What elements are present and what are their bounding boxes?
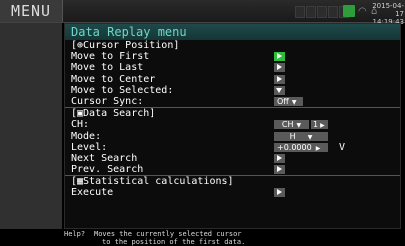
help-label: Help? bbox=[64, 230, 86, 238]
help-area: Help? Moves the currently selected curso… bbox=[64, 230, 401, 246]
help-line-2: to the position of the first data. bbox=[102, 238, 246, 246]
arrow-right-icon bbox=[277, 64, 282, 71]
move-center-button[interactable] bbox=[274, 74, 285, 84]
prev-search-button[interactable] bbox=[274, 165, 285, 175]
ch-label: CH: bbox=[71, 119, 90, 131]
ch-value: CH bbox=[281, 120, 294, 130]
arrow-right-icon bbox=[277, 189, 282, 196]
arrow-right-icon bbox=[277, 154, 282, 161]
top-bar: MENU ◠ ⌂ 2015-04-17 14:19:43 bbox=[0, 0, 405, 26]
move-last-button[interactable] bbox=[274, 63, 285, 73]
move-selected-row[interactable]: Move to Selected: bbox=[65, 85, 400, 96]
arrow-down-icon bbox=[276, 87, 282, 93]
next-search-row[interactable]: Next Search bbox=[65, 153, 400, 164]
mode-select[interactable]: H ▼ bbox=[274, 131, 328, 141]
panel-title: Data Replay menu bbox=[65, 24, 400, 40]
next-search-label: Next Search bbox=[71, 152, 138, 164]
stats-section-title: [▦Statistical calculations] bbox=[71, 176, 234, 188]
date-text: 2015-04-17 bbox=[372, 2, 404, 18]
move-center-label: Move to Center bbox=[71, 73, 156, 85]
level-label: Level: bbox=[71, 141, 108, 153]
mode-value: H bbox=[289, 131, 296, 141]
cursor-sync-row[interactable]: Cursor Sync: Off ▼ bbox=[65, 95, 400, 109]
menu-tab[interactable]: MENU bbox=[0, 0, 63, 22]
prev-search-row[interactable]: Prev. Search bbox=[65, 164, 400, 177]
chevron-down-icon: ▼ bbox=[291, 98, 297, 106]
level-value: +0.0000 bbox=[277, 142, 312, 152]
execute-button[interactable] bbox=[274, 188, 285, 198]
chevron-right-icon: ▶ bbox=[315, 144, 321, 152]
arrow-right-icon bbox=[277, 53, 282, 60]
move-last-row[interactable]: Move to Last bbox=[65, 62, 400, 73]
execute-label: Execute bbox=[71, 187, 114, 199]
move-first-row[interactable]: Move to First bbox=[65, 51, 400, 62]
ch-select[interactable]: CH ▼ bbox=[274, 120, 309, 130]
level-segments bbox=[295, 6, 349, 18]
search-section-title: [▣Data Search] bbox=[71, 108, 156, 120]
arrow-right-icon bbox=[277, 166, 282, 173]
chevron-right-icon: ▶ bbox=[320, 122, 325, 130]
move-first-label: Move to First bbox=[71, 51, 150, 63]
chevron-down-icon: ▼ bbox=[307, 133, 313, 141]
ch-number-select[interactable]: 1 ▶ bbox=[311, 120, 328, 130]
move-center-row[interactable]: Move to Center bbox=[65, 74, 400, 85]
prev-search-label: Prev. Search bbox=[71, 164, 144, 176]
move-first-button[interactable] bbox=[274, 52, 285, 62]
ch-number: 1 bbox=[313, 120, 319, 130]
move-selected-button[interactable] bbox=[274, 85, 285, 95]
execute-row[interactable]: Execute bbox=[65, 187, 400, 198]
ch-row[interactable]: CH: CH ▼ 1 ▶ bbox=[65, 119, 400, 130]
level-input[interactable]: +0.0000 ▶ bbox=[274, 142, 328, 152]
mode-label: Mode: bbox=[71, 130, 102, 142]
cursor-sync-select[interactable]: Off ▼ bbox=[274, 96, 303, 106]
memory-icon bbox=[343, 5, 355, 17]
data-replay-panel: Data Replay menu [⊕Cursor Position] Move… bbox=[64, 23, 401, 229]
move-selected-label: Move to Selected: bbox=[71, 84, 174, 96]
mode-row[interactable]: Mode: H ▼ bbox=[65, 131, 400, 142]
cursor-sync-label: Cursor Sync: bbox=[71, 95, 144, 107]
wifi-icon: ◠ bbox=[358, 5, 367, 17]
cursor-sync-value: Off bbox=[277, 96, 289, 106]
sidebar bbox=[0, 23, 62, 229]
move-last-label: Move to Last bbox=[71, 62, 144, 74]
arrow-right-icon bbox=[277, 75, 282, 82]
cursor-section-title: [⊕Cursor Position] bbox=[71, 40, 180, 51]
next-search-button[interactable] bbox=[274, 153, 285, 163]
level-row[interactable]: Level: +0.0000 ▶ V bbox=[65, 142, 400, 153]
help-line-1: Moves the currently selected cursor bbox=[94, 230, 242, 238]
chevron-down-icon: ▼ bbox=[296, 122, 302, 130]
level-unit: V bbox=[339, 141, 346, 153]
